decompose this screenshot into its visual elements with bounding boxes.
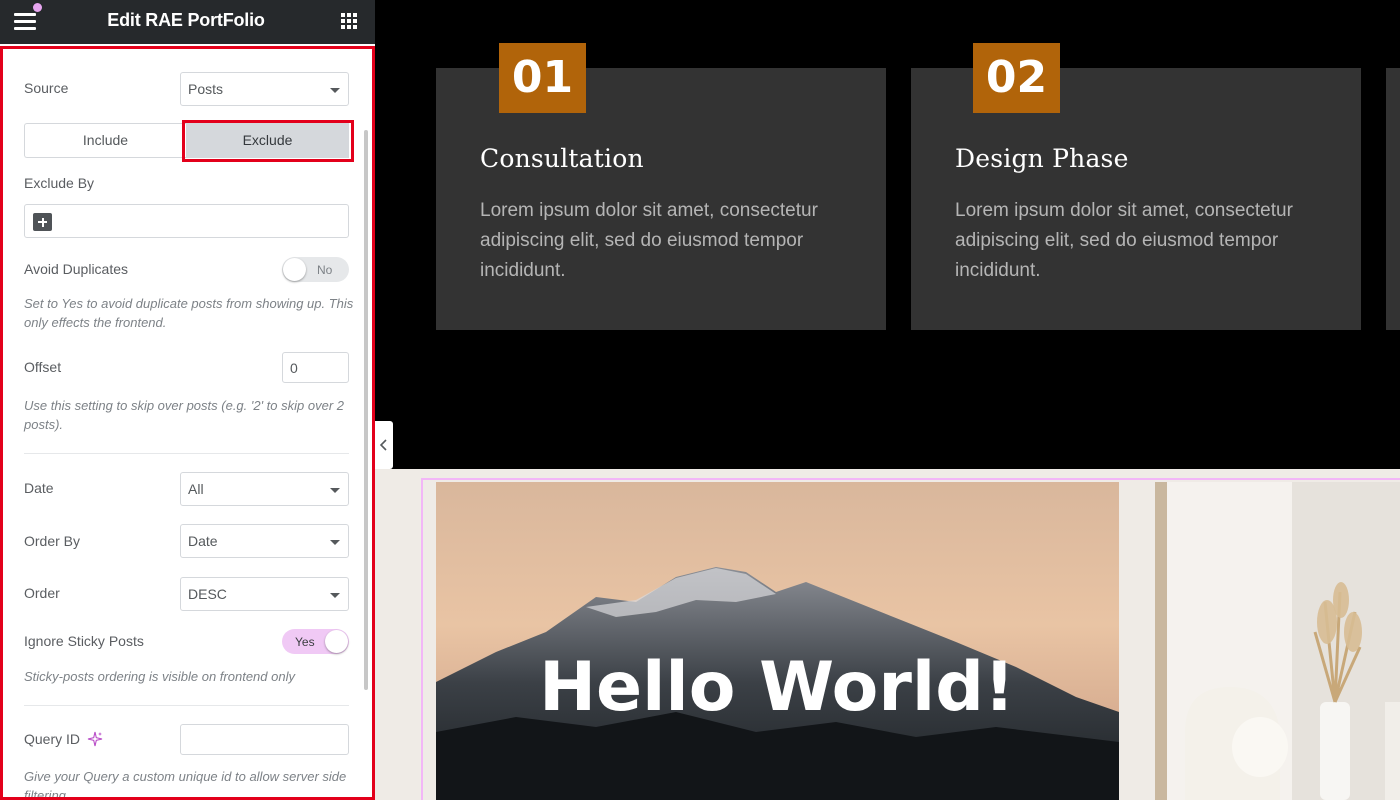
process-card-partial — [1386, 68, 1400, 330]
divider — [24, 705, 349, 706]
chevron-down-icon — [330, 593, 340, 598]
order-label: Order — [24, 585, 60, 601]
card-body: Lorem ipsum dolor sit amet, consectetur … — [480, 200, 818, 281]
exclude-by-field[interactable] — [24, 204, 349, 238]
order-select[interactable]: DESC — [180, 577, 349, 611]
offset-input[interactable]: 0 — [282, 352, 349, 383]
avoid-duplicates-label: Avoid Duplicates — [24, 261, 129, 277]
offset-value: 0 — [290, 360, 298, 376]
add-icon[interactable] — [33, 213, 52, 231]
query-id-label: Query ID — [24, 731, 81, 747]
include-tab[interactable]: Include — [24, 123, 186, 158]
switch-knob — [325, 630, 348, 653]
source-value: Posts — [188, 81, 224, 97]
panel-header: Edit RAE PortFolio — [0, 0, 375, 44]
offset-label: Offset — [24, 359, 62, 375]
query-id-input[interactable] — [180, 724, 349, 755]
step-number-badge: 02 — [973, 43, 1060, 113]
avoid-duplicates-switch[interactable]: No — [282, 257, 349, 282]
process-card[interactable]: 01 Consultation Lorem ipsum dolor sit am… — [436, 43, 886, 330]
ignore-sticky-label: Ignore Sticky Posts — [24, 633, 144, 649]
source-label: Source — [24, 80, 69, 96]
ignore-sticky-help: Sticky-posts ordering is visible on fron… — [24, 669, 295, 684]
card-title: Consultation — [480, 144, 644, 173]
panel-title: Edit RAE PortFolio — [107, 10, 265, 30]
chevron-down-icon — [330, 88, 340, 93]
divider — [24, 453, 349, 454]
apps-grid-icon[interactable] — [341, 13, 357, 29]
card-body: Lorem ipsum dolor sit amet, consectetur … — [955, 200, 1293, 281]
step-number-badge: 01 — [499, 43, 586, 113]
switch-knob — [283, 258, 306, 281]
order-value: DESC — [188, 586, 227, 602]
portfolio-image-interior[interactable] — [1155, 482, 1400, 800]
editor-panel: Edit RAE PortFolio Source Posts Include … — [0, 0, 375, 800]
date-value: All — [188, 481, 204, 497]
chevron-down-icon — [330, 488, 340, 493]
ignore-sticky-switch[interactable]: Yes — [282, 629, 349, 654]
switch-state: No — [317, 263, 333, 277]
order-by-value: Date — [188, 533, 218, 549]
chevron-down-icon — [330, 540, 340, 545]
offset-help: Use this setting to skip over posts (e.g… — [24, 398, 344, 432]
panel-scrollbar[interactable] — [364, 130, 368, 690]
hero-text: Hello World! — [539, 648, 1015, 727]
avoid-duplicates-help: Set to Yes to avoid duplicate posts from… — [24, 296, 354, 330]
query-id-help: Give your Query a custom unique id to al… — [24, 769, 347, 800]
order-by-select[interactable]: Date — [180, 524, 349, 558]
process-card[interactable]: 02 Design Phase Lorem ipsum dolor sit am… — [911, 43, 1361, 330]
date-select[interactable]: All — [180, 472, 349, 506]
hamburger-menu-icon[interactable] — [14, 12, 36, 30]
date-label: Date — [24, 480, 54, 496]
collapse-panel-button[interactable] — [375, 421, 393, 469]
ai-sparkle-icon[interactable] — [87, 731, 103, 747]
card-title: Design Phase — [955, 144, 1129, 173]
notification-dot — [33, 3, 42, 12]
switch-state: Yes — [295, 635, 315, 649]
order-by-label: Order By — [24, 533, 81, 549]
source-select[interactable]: Posts — [180, 72, 349, 106]
portfolio-image-mountain[interactable]: Hello World! — [436, 482, 1119, 800]
exclude-by-label: Exclude By — [24, 175, 95, 191]
chevron-left-icon — [379, 439, 387, 451]
exclude-highlight-box — [182, 120, 354, 162]
